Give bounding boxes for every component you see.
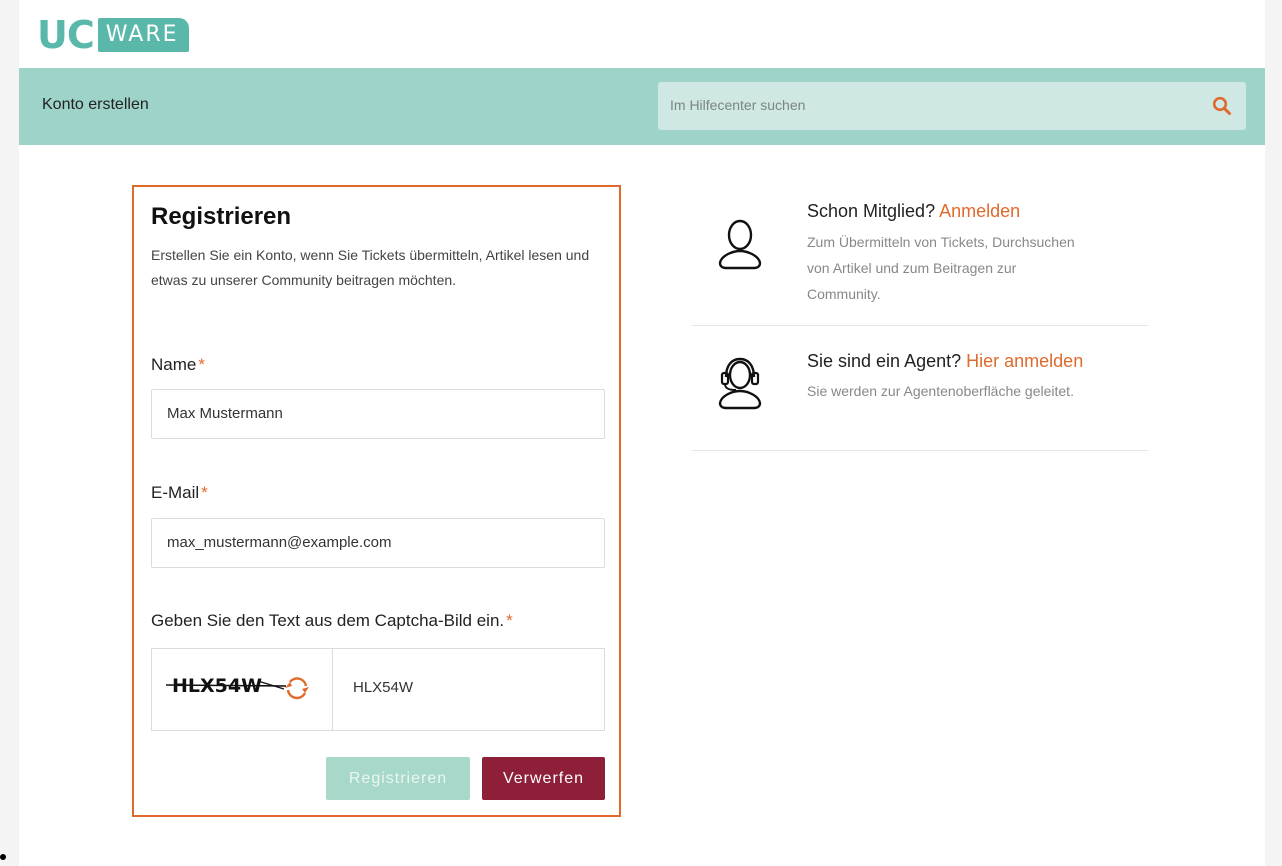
captcha-image: HLX54W [152, 649, 333, 730]
headset-icon [718, 357, 762, 410]
email-label-text: E-Mail [151, 483, 200, 502]
member-login-section: Schon Mitglied? Anmelden Zum Übermitteln… [692, 185, 1148, 326]
logo-uc-text: UC [37, 13, 95, 57]
refresh-icon[interactable] [282, 673, 312, 703]
logo-ware-text: WARE [97, 17, 189, 53]
member-description: Zum Übermitteln von Tickets, Durchsuchen… [807, 234, 1075, 302]
form-intro: Erstellen Sie ein Konto, wenn Sie Ticket… [151, 247, 590, 288]
required-mark: * [506, 611, 513, 630]
agent-title-text: Sie sind ein Agent? [807, 351, 962, 371]
agent-description: Sie werden zur Agentenoberfläche geleite… [807, 383, 1074, 399]
discard-button[interactable]: Verwerfen [482, 757, 605, 800]
header-bar: Konto erstellen Im Hilfecenter suchen [19, 68, 1265, 145]
agent-login-section: Sie sind ein Agent? Hier anmelden Sie we… [692, 325, 1148, 451]
required-mark: * [201, 483, 208, 502]
login-link[interactable]: Anmelden [939, 201, 1020, 221]
user-icon [718, 219, 762, 270]
captcha-noise-lines [166, 680, 286, 690]
brand-logo[interactable]: UC WARE [37, 10, 189, 60]
name-label: Name * [151, 355, 205, 375]
email-label: E-Mail * [151, 483, 208, 503]
member-title: Schon Mitglied? Anmelden [807, 201, 1020, 222]
captcha-field[interactable]: HLX54W [333, 649, 604, 730]
email-field[interactable]: max_mustermann@example.com [151, 518, 605, 568]
agent-login-link[interactable]: Hier anmelden [966, 351, 1083, 371]
member-title-text: Schon Mitglied? [807, 201, 936, 221]
search-placeholder: Im Hilfecenter suchen [670, 97, 806, 113]
search-input[interactable]: Im Hilfecenter suchen [658, 82, 1246, 130]
stray-bullet-dot [0, 854, 6, 860]
required-mark: * [198, 355, 205, 374]
page: UC WARE Konto erstellen Im Hilfecenter s… [19, 0, 1265, 866]
name-field[interactable]: Max Mustermann [151, 389, 605, 439]
register-button[interactable]: Registrieren [326, 757, 470, 800]
captcha-group: HLX54W HLX54W [151, 648, 605, 731]
registration-form: Registrieren Erstellen Sie ein Konto, we… [132, 185, 621, 817]
captcha-label-text: Geben Sie den Text aus dem Captcha-Bild … [151, 611, 505, 630]
captcha-label: Geben Sie den Text aus dem Captcha-Bild … [151, 611, 513, 631]
name-label-text: Name [151, 355, 197, 374]
search-icon[interactable] [1212, 96, 1232, 116]
agent-title: Sie sind ein Agent? Hier anmelden [807, 351, 1083, 372]
form-heading: Registrieren [151, 203, 292, 230]
page-title: Konto erstellen [42, 96, 149, 113]
